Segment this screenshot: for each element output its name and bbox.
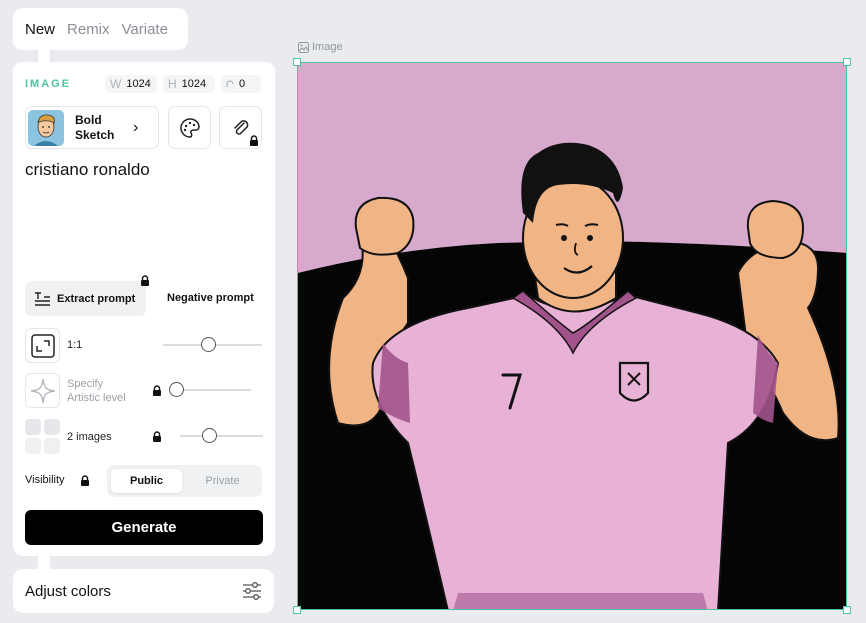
- images-count-icon[interactable]: [25, 419, 60, 454]
- height-field[interactable]: H 1024: [163, 75, 215, 93]
- width-field[interactable]: W 1024: [105, 75, 157, 93]
- artistic-level-slider[interactable]: [177, 389, 251, 391]
- attach-reference-button[interactable]: [219, 106, 262, 149]
- lock-icon: [141, 275, 149, 286]
- style-selector[interactable]: Bold Sketch ›: [25, 106, 159, 149]
- palette-icon: [179, 117, 200, 138]
- visibility-label: Visibility: [25, 474, 65, 486]
- sliders-icon: [243, 582, 261, 600]
- sparkle-icon: [30, 378, 55, 403]
- canvas-caption-text: Image: [312, 41, 343, 53]
- tab-remix[interactable]: Remix: [67, 21, 110, 38]
- tab-new[interactable]: New: [25, 21, 55, 38]
- style-thumbnail: [28, 109, 64, 146]
- canvas-caption: Image: [298, 41, 343, 53]
- resize-handle[interactable]: [293, 606, 301, 614]
- lock-icon: [153, 431, 161, 442]
- aspect-ratio-icon: [30, 333, 55, 358]
- extract-prompt-label: Extract prompt: [57, 292, 136, 305]
- extract-prompt-button[interactable]: Extract prompt: [25, 281, 146, 316]
- aspect-ratio-button[interactable]: [25, 328, 60, 363]
- images-count-slider-knob[interactable]: [202, 428, 217, 443]
- palette-button[interactable]: [168, 106, 211, 149]
- resize-handle[interactable]: [293, 58, 301, 66]
- lock-icon: [153, 385, 161, 396]
- resize-handle[interactable]: [843, 58, 851, 66]
- seed-value: 0: [239, 78, 246, 90]
- image-icon: [298, 41, 309, 53]
- lock-icon: [250, 135, 258, 146]
- resize-handle[interactable]: [843, 606, 851, 614]
- negative-prompt-button[interactable]: Negative prompt: [167, 292, 254, 304]
- images-count-label: 2 images: [67, 431, 112, 443]
- lock-icon: [81, 475, 89, 486]
- style-name: Bold Sketch: [75, 112, 115, 142]
- adjust-colors-label: Adjust colors: [25, 582, 111, 600]
- mode-tabs: New Remix Variate: [13, 8, 188, 50]
- height-key: H: [168, 77, 177, 91]
- panel-connector: [38, 49, 50, 63]
- artistic-level-slider-knob[interactable]: [169, 382, 184, 397]
- adjust-colors-button[interactable]: Adjust colors: [13, 569, 274, 613]
- chevron-right-icon: ›: [133, 118, 139, 136]
- seed-icon: [226, 80, 234, 87]
- visibility-toggle: Public Private: [107, 465, 262, 497]
- image-settings-panel: IMAGE W 1024 H 1024 0 Bold Sketch › cris…: [13, 62, 275, 556]
- text-lines-icon: [35, 291, 50, 306]
- generate-button[interactable]: Generate: [25, 510, 263, 545]
- prompt-input[interactable]: cristiano ronaldo: [25, 160, 263, 270]
- panel-connector: [38, 555, 50, 569]
- generated-illustration: [298, 63, 846, 609]
- visibility-private-option[interactable]: Private: [187, 469, 258, 493]
- artistic-level-button[interactable]: [25, 373, 60, 408]
- images-count-slider[interactable]: [180, 435, 263, 437]
- width-value: 1024: [126, 78, 151, 90]
- width-key: W: [110, 77, 122, 91]
- aspect-ratio-label: 1:1: [67, 339, 83, 351]
- seed-field[interactable]: 0: [221, 75, 261, 93]
- tab-variate[interactable]: Variate: [122, 21, 168, 38]
- height-value: 1024: [181, 78, 207, 90]
- aspect-ratio-slider-knob[interactable]: [201, 337, 216, 352]
- generated-image[interactable]: [297, 62, 847, 610]
- visibility-public-option[interactable]: Public: [111, 469, 182, 493]
- artistic-level-label: Specify Artistic level: [67, 378, 126, 404]
- section-label: IMAGE: [25, 78, 72, 90]
